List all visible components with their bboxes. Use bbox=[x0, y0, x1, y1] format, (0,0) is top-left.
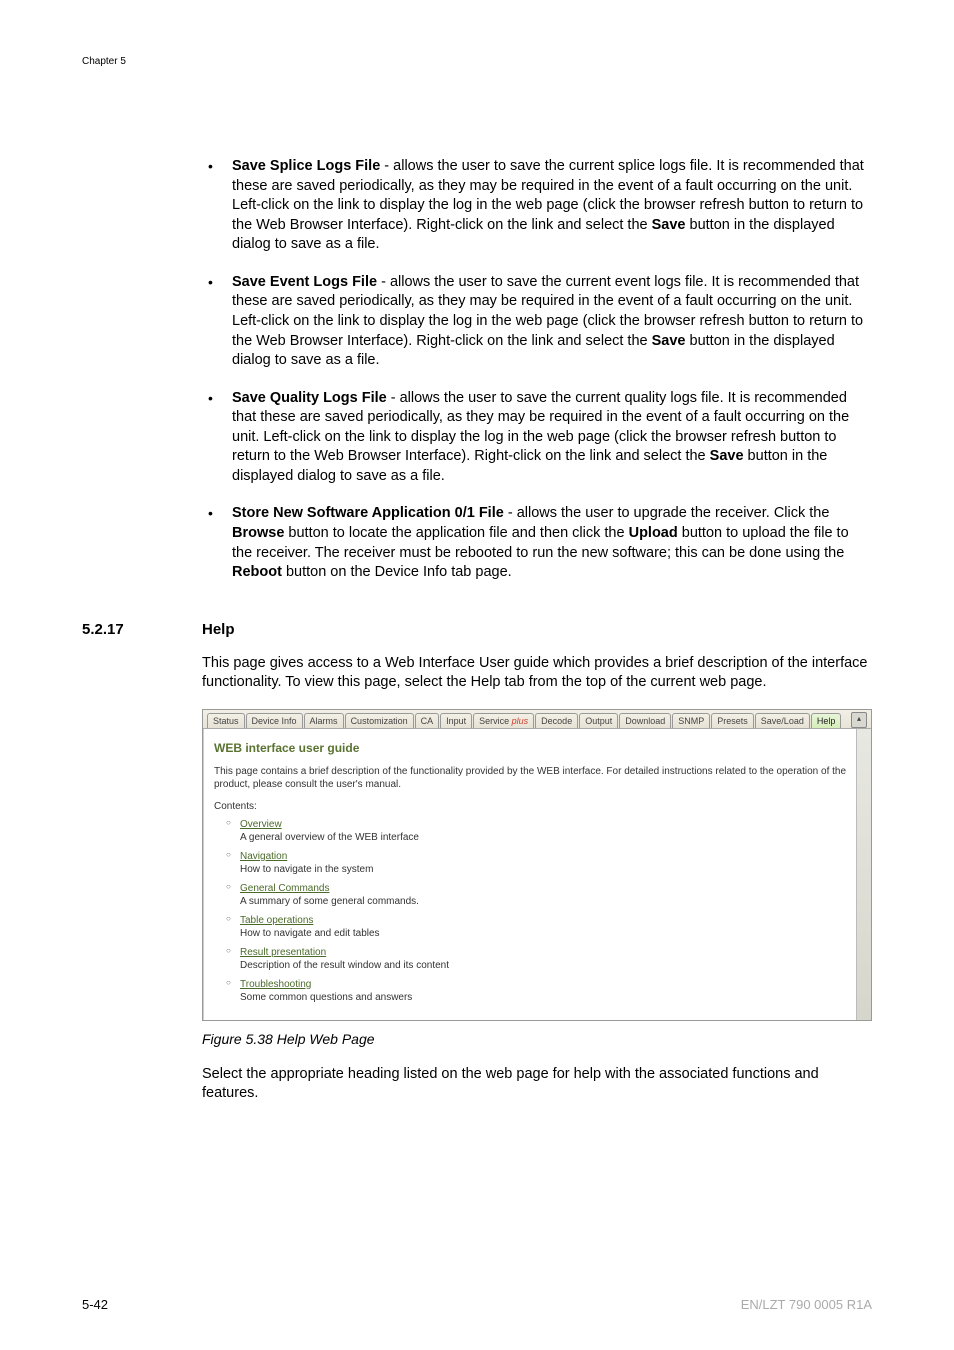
tab-input[interactable]: Input bbox=[440, 713, 472, 728]
inline-bold: Save bbox=[710, 448, 744, 464]
item-desc: Description of the result window and its… bbox=[240, 959, 861, 972]
list-item: Save Quality Logs File - allows the user… bbox=[202, 389, 872, 487]
list-item: Troubleshooting Some common questions an… bbox=[226, 978, 861, 1004]
list-item: Overview A general overview of the WEB i… bbox=[226, 818, 861, 844]
general-commands-link[interactable]: General Commands bbox=[240, 883, 329, 894]
troubleshooting-link[interactable]: Troubleshooting bbox=[240, 979, 311, 990]
tab-save-load[interactable]: Save/Load bbox=[755, 713, 810, 728]
page-footer: 5-42 EN/LZT 790 0005 R1A bbox=[82, 1297, 872, 1312]
main-content: Save Splice Logs File - allows the user … bbox=[202, 157, 872, 583]
help-page-description: This page contains a brief description o… bbox=[214, 765, 861, 791]
bullet-lead: Save Quality Logs File bbox=[232, 390, 387, 406]
item-desc: How to navigate and edit tables bbox=[240, 927, 861, 940]
section-body: This page gives access to a Web Interfac… bbox=[202, 654, 872, 1104]
help-page-title: WEB interface user guide bbox=[214, 741, 861, 755]
section-heading: 5.2.17 Help bbox=[82, 621, 872, 638]
tab-help[interactable]: Help bbox=[811, 713, 842, 728]
help-web-page-screenshot: Status Device Info Alarms Customization … bbox=[202, 709, 872, 1021]
page-number: 5-42 bbox=[82, 1297, 108, 1312]
inline-bold: Reboot bbox=[232, 564, 282, 580]
tab-ca[interactable]: CA bbox=[415, 713, 440, 728]
closing-paragraph: Select the appropriate heading listed on… bbox=[202, 1065, 872, 1104]
list-item: Result presentation Description of the r… bbox=[226, 946, 861, 972]
tab-output[interactable]: Output bbox=[579, 713, 618, 728]
tab-label-plus: plus bbox=[512, 716, 529, 726]
tab-snmp[interactable]: SNMP bbox=[672, 713, 710, 728]
figure-caption: Figure 5.38 Help Web Page bbox=[202, 1031, 872, 1047]
bullet-text: button to locate the application file an… bbox=[284, 525, 628, 541]
section-number: 5.2.17 bbox=[82, 621, 202, 638]
tab-presets[interactable]: Presets bbox=[711, 713, 754, 728]
result-presentation-link[interactable]: Result presentation bbox=[240, 947, 326, 958]
inline-bold: Browse bbox=[232, 525, 284, 541]
scroll-up-icon[interactable]: ▴ bbox=[851, 712, 867, 728]
inline-bold: Save bbox=[652, 217, 686, 233]
navigation-link[interactable]: Navigation bbox=[240, 851, 287, 862]
bullet-lead: Save Event Logs File bbox=[232, 274, 377, 290]
tab-status[interactable]: Status bbox=[207, 713, 245, 728]
bullet-text: - allows the user to upgrade the receive… bbox=[504, 505, 830, 521]
bullet-text: button on the Device Info tab page. bbox=[282, 564, 512, 580]
tab-decode[interactable]: Decode bbox=[535, 713, 578, 728]
tab-device-info[interactable]: Device Info bbox=[246, 713, 303, 728]
tab-customization[interactable]: Customization bbox=[345, 713, 414, 728]
list-item: Table operations How to navigate and edi… bbox=[226, 914, 861, 940]
overview-link[interactable]: Overview bbox=[240, 819, 282, 830]
tab-bar: Status Device Info Alarms Customization … bbox=[203, 710, 871, 729]
contents-list: Overview A general overview of the WEB i… bbox=[226, 818, 861, 1004]
bullet-lead: Save Splice Logs File bbox=[232, 158, 380, 174]
tab-label: Service bbox=[479, 716, 512, 726]
item-desc: A summary of some general commands. bbox=[240, 895, 861, 908]
doc-ref: EN/LZT 790 0005 R1A bbox=[741, 1297, 872, 1312]
table-operations-link[interactable]: Table operations bbox=[240, 915, 313, 926]
item-desc: How to navigate in the system bbox=[240, 863, 861, 876]
item-desc: Some common questions and answers bbox=[240, 991, 861, 1004]
tab-alarms[interactable]: Alarms bbox=[304, 713, 344, 728]
bullet-list: Save Splice Logs File - allows the user … bbox=[202, 157, 872, 583]
chapter-label: Chapter 5 bbox=[82, 56, 872, 67]
intro-paragraph: This page gives access to a Web Interfac… bbox=[202, 654, 872, 693]
list-item: Save Event Logs File - allows the user t… bbox=[202, 273, 872, 371]
tab-download[interactable]: Download bbox=[619, 713, 671, 728]
item-desc: A general overview of the WEB interface bbox=[240, 831, 861, 844]
inline-bold: Save bbox=[652, 333, 686, 349]
list-item: Store New Software Application 0/1 File … bbox=[202, 504, 872, 582]
list-item: Save Splice Logs File - allows the user … bbox=[202, 157, 872, 255]
help-page-body: WEB interface user guide This page conta… bbox=[203, 729, 871, 1020]
inline-bold: Upload bbox=[629, 525, 678, 541]
list-item: General Commands A summary of some gener… bbox=[226, 882, 861, 908]
bullet-lead: Store New Software Application 0/1 File bbox=[232, 505, 504, 521]
section-title: Help bbox=[202, 621, 235, 638]
tab-service-plus[interactable]: Service plus bbox=[473, 713, 534, 728]
list-item: Navigation How to navigate in the system bbox=[226, 850, 861, 876]
contents-label: Contents: bbox=[214, 801, 861, 812]
